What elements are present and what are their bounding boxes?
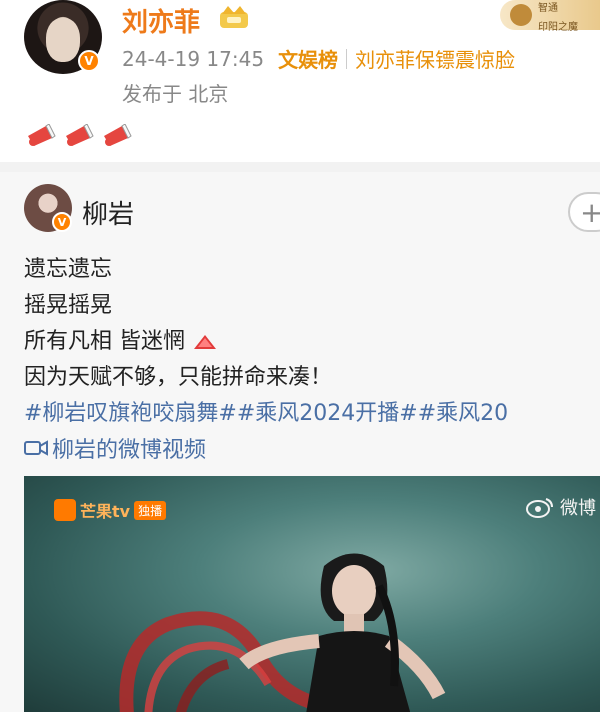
repost-text: 遗忘遗忘 摇晃摇晃 所有凡相 皆迷惘 因为天赋不够，只能拼命来凑！ <box>24 252 332 396</box>
repost-line-3: 所有凡相 皆迷惘 <box>24 329 185 354</box>
badge-coin-icon <box>510 4 532 26</box>
hashtag-links[interactable]: #柳岩叹旗袍咬扇舞##乘风2024开播##乘风20 <box>24 396 508 432</box>
video-camera-icon <box>24 440 48 456</box>
channel-tag: 独播 <box>134 500 167 520</box>
verified-badge-icon: V <box>78 50 100 72</box>
badge-text-2: 印阳之魔 <box>538 22 578 33</box>
performer-image <box>239 553 446 712</box>
fan-icon <box>194 335 216 349</box>
post-topic-link[interactable]: 刘亦菲保镖震惊脸 <box>355 44 515 73</box>
reposted-card[interactable]: V 柳岩 + 遗忘遗忘 摇晃摇晃 所有凡相 皆迷惘 因为天赋不够，只能拼命来凑！… <box>0 172 600 712</box>
post-meta: 24-4-19 17:45 文娱榜 刘亦菲保镖震惊脸 <box>122 44 515 73</box>
section-divider <box>0 162 600 172</box>
post-datetime: 24-4-19 17:45 <box>122 46 265 71</box>
badge-text-1: 智通 <box>538 3 558 14</box>
meta-divider <box>346 48 348 69</box>
video-player[interactable]: 芒果tv 独播 微博 <box>24 476 600 712</box>
repost-author-name[interactable]: 柳岩 <box>82 194 134 231</box>
post-header: V 刘亦菲 24-4-19 17:45 文娱榜 刘亦菲保镖震惊脸 发布于 北京 … <box>0 0 600 160</box>
mango-icon <box>54 499 76 521</box>
weibo-watermark: 微博 <box>526 494 596 520</box>
channel-logo: 芒果tv 独播 <box>54 498 167 522</box>
video-link[interactable]: 柳岩的微博视频 <box>24 432 206 464</box>
verified-badge-icon: V <box>52 212 72 232</box>
author-name[interactable]: 刘亦菲 <box>122 2 200 39</box>
repost-line-3-wrap: 所有凡相 皆迷惘 <box>24 324 332 360</box>
crown-icon <box>220 6 248 28</box>
channel-name: 芒果tv <box>80 502 131 521</box>
video-link-label[interactable]: 柳岩的微博视频 <box>52 432 206 464</box>
top-right-badge[interactable]: 智通 印阳之魔 <box>500 0 600 33</box>
post-source[interactable]: 文娱榜 <box>278 44 338 73</box>
follow-button[interactable]: + <box>568 192 600 232</box>
post-content <box>24 124 134 152</box>
weibo-logo-icon <box>526 498 553 518</box>
megaphone-icon <box>104 124 132 146</box>
repost-line-4: 因为天赋不够，只能拼命来凑！ <box>24 365 333 390</box>
megaphone-icon <box>66 124 94 146</box>
repost-line-2: 摇晃摇晃 <box>24 293 113 318</box>
megaphone-icon <box>28 124 56 146</box>
post-location: 发布于 北京 <box>122 82 229 106</box>
repost-line-1: 遗忘遗忘 <box>24 257 113 282</box>
watermark-text: 微博 <box>560 498 596 519</box>
